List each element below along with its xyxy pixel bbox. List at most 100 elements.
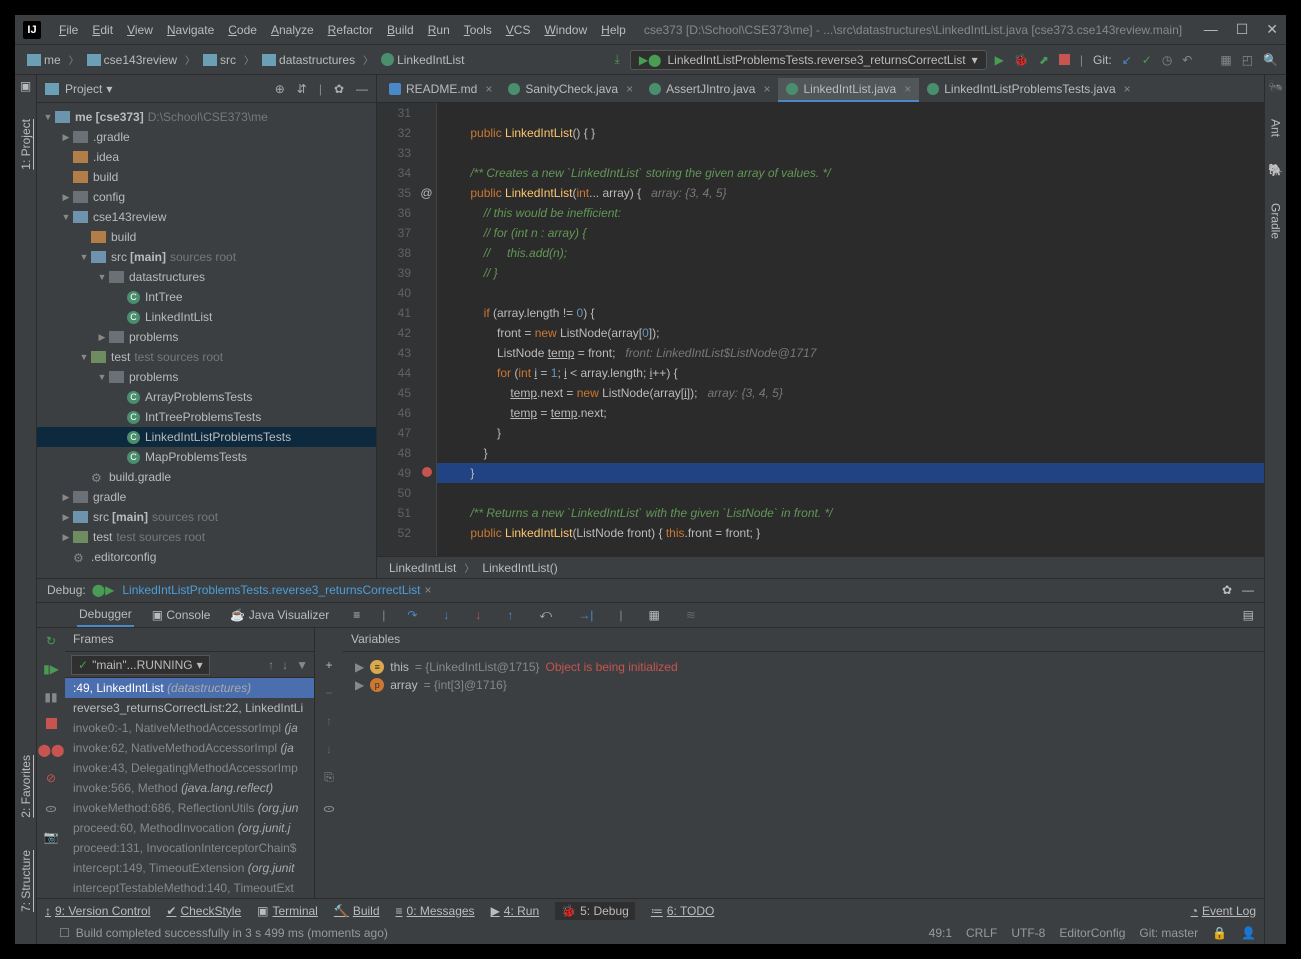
menu-analyze[interactable]: Analyze bbox=[265, 21, 320, 39]
btn-eventlog[interactable]: ◔ Event Log bbox=[1191, 904, 1256, 918]
tool-project[interactable]: 1: Project bbox=[17, 113, 35, 176]
menu-navigate[interactable]: Navigate bbox=[161, 21, 220, 39]
crumb-src[interactable]: src bbox=[199, 52, 240, 68]
frame-row[interactable]: interceptTestableMethod:140, TimeoutExt bbox=[65, 878, 314, 898]
tree-item[interactable]: ⚙build.gradle bbox=[37, 467, 376, 487]
tree-item[interactable]: CMapProblemsTests bbox=[37, 447, 376, 467]
git-branch[interactable]: Git: master bbox=[1139, 926, 1198, 940]
frame-row[interactable]: invoke:566, Method (java.lang.reflect) bbox=[65, 778, 314, 798]
down-icon[interactable]: ↓ bbox=[282, 658, 288, 672]
tab-SanityCheck.java[interactable]: SanityCheck.java× bbox=[500, 78, 641, 102]
menu-run[interactable]: Run bbox=[422, 21, 456, 39]
tree-item[interactable]: CLinkedIntListProblemsTests bbox=[37, 427, 376, 447]
tree-item[interactable]: .idea bbox=[37, 147, 376, 167]
editor-breadcrumb[interactable]: LinkedIntList〉LinkedIntList() bbox=[377, 556, 1264, 578]
square-icon[interactable]: ▣ bbox=[20, 79, 31, 93]
build-icon[interactable]: ⤓ bbox=[615, 52, 620, 67]
btn-checkstyle[interactable]: ✔ CheckStyle bbox=[166, 904, 241, 918]
btn-todo[interactable]: ≔ 6: TODO bbox=[651, 904, 715, 918]
tree-item[interactable]: ▼problems bbox=[37, 367, 376, 387]
tool-gradle[interactable]: Gradle bbox=[1267, 197, 1285, 245]
step-into-icon[interactable]: ↓ bbox=[443, 608, 449, 622]
tree-item[interactable]: build bbox=[37, 227, 376, 247]
add-watch-icon[interactable]: + bbox=[325, 658, 332, 672]
evaluate-icon[interactable]: ▦ bbox=[648, 608, 659, 622]
maximize-icon[interactable]: ☐ bbox=[1236, 21, 1249, 38]
down-icon[interactable]: ↓ bbox=[326, 742, 332, 756]
gradle-icon[interactable]: 🐘 bbox=[1268, 163, 1283, 177]
tree-item[interactable]: CIntTree bbox=[37, 287, 376, 307]
frame-row[interactable]: proceed:131, InvocationInterceptorChain$ bbox=[65, 838, 314, 858]
vcs-update-icon[interactable]: ↙ bbox=[1122, 53, 1132, 67]
tab-visualizer[interactable]: ☕ Java Visualizer bbox=[228, 604, 331, 626]
crumb-me[interactable]: me bbox=[23, 52, 65, 68]
run-config-selector[interactable]: ▶⬤ LinkedIntListProblemsTests.reverse3_r… bbox=[630, 50, 987, 70]
man-icon[interactable]: 👤 bbox=[1241, 926, 1256, 940]
remove-watch-icon[interactable]: − bbox=[325, 686, 332, 700]
tab-AssertJIntro.java[interactable]: AssertJIntro.java× bbox=[641, 78, 778, 102]
glasses-icon[interactable]: ᯣ bbox=[323, 799, 335, 816]
tree-item[interactable]: ▼datastructures bbox=[37, 267, 376, 287]
status-icon[interactable]: ☐ bbox=[59, 926, 70, 940]
var-row[interactable]: ▶≡this = {LinkedIntList@1715} Object is … bbox=[355, 658, 1252, 676]
up-icon[interactable]: ↑ bbox=[326, 714, 332, 728]
chevron-down-icon[interactable]: ▾ bbox=[106, 82, 112, 96]
btn-run[interactable]: ▶ 4: Run bbox=[491, 904, 540, 918]
thread-selector[interactable]: ✓"main"...RUNNING▾ bbox=[71, 655, 210, 675]
collapse-icon[interactable]: ⇵ bbox=[297, 82, 307, 96]
vcs-commit-icon[interactable]: ✓ bbox=[1142, 53, 1152, 67]
coverage-icon[interactable]: ⬈ bbox=[1039, 53, 1049, 67]
btn-messages[interactable]: ≡ 0: Messages bbox=[396, 904, 475, 918]
frame-row[interactable]: invoke:43, DelegatingMethodAccessorImp bbox=[65, 758, 314, 778]
tab-README.md[interactable]: README.md× bbox=[381, 78, 500, 102]
crumb-LinkedIntList[interactable]: LinkedIntList bbox=[377, 52, 468, 68]
frame-row[interactable]: :49, LinkedIntList (datastructures) bbox=[65, 678, 314, 698]
drop-frame-icon[interactable]: ⤺ bbox=[539, 607, 552, 622]
step-out-icon[interactable]: ↑ bbox=[507, 608, 513, 622]
stop-icon[interactable] bbox=[1059, 54, 1070, 65]
frame-row[interactable]: intercept:149, TimeoutExtension (org.jun… bbox=[65, 858, 314, 878]
tree-root[interactable]: ▼me [cse373] D:\School\CSE373\me bbox=[37, 107, 376, 127]
expand-icon[interactable]: ◰ bbox=[1242, 53, 1253, 67]
tree-item[interactable]: ▼test test sources root bbox=[37, 347, 376, 367]
up-icon[interactable]: ↑ bbox=[268, 658, 274, 672]
tree-item[interactable]: build bbox=[37, 167, 376, 187]
layout-icon[interactable]: ▤ bbox=[1243, 608, 1254, 622]
project-label[interactable]: Project bbox=[65, 82, 102, 96]
lock-icon[interactable]: 🔒 bbox=[1212, 926, 1227, 940]
tree-item[interactable]: ▶.gradle bbox=[37, 127, 376, 147]
tree-item[interactable]: ▼cse143review bbox=[37, 207, 376, 227]
menu-code[interactable]: Code bbox=[222, 21, 263, 39]
glasses-icon[interactable]: ᯣ bbox=[45, 799, 57, 816]
btn-build[interactable]: 🔨 Build bbox=[334, 904, 380, 918]
step-over-icon[interactable]: ↷ bbox=[407, 608, 417, 622]
vcs-history-icon[interactable]: ◷ bbox=[1162, 53, 1172, 67]
threads-icon[interactable]: ≡ bbox=[353, 608, 360, 622]
ide-icon[interactable]: ▦ bbox=[1220, 53, 1231, 67]
line-sep[interactable]: CRLF bbox=[966, 926, 997, 940]
tab-LinkedIntListProblemsTests.java[interactable]: LinkedIntListProblemsTests.java× bbox=[919, 78, 1138, 102]
btn-vcs[interactable]: ↕ 9: Version Control bbox=[45, 904, 150, 918]
tree-item[interactable]: ⚙.editorconfig bbox=[37, 547, 376, 567]
vcs-revert-icon[interactable]: ↶ bbox=[1182, 53, 1192, 67]
tree-item[interactable]: ▶problems bbox=[37, 327, 376, 347]
copy-icon[interactable]: ⎘ bbox=[324, 770, 334, 785]
ant-icon[interactable]: 🐜 bbox=[1268, 79, 1283, 93]
run-icon[interactable]: ▶ bbox=[995, 53, 1004, 67]
force-step-icon[interactable]: ↓ bbox=[475, 608, 481, 622]
tab-console[interactable]: ▣ Console bbox=[150, 604, 213, 626]
menu-file[interactable]: File bbox=[53, 21, 84, 39]
editorconfig[interactable]: EditorConfig bbox=[1059, 926, 1125, 940]
tree-item[interactable]: ▶config bbox=[37, 187, 376, 207]
crumb-datastructures[interactable]: datastructures bbox=[258, 52, 359, 68]
hide-icon[interactable]: — bbox=[356, 82, 368, 96]
menu-window[interactable]: Window bbox=[538, 21, 593, 39]
menu-vcs[interactable]: VCS bbox=[500, 21, 537, 39]
locate-icon[interactable]: ⊕ bbox=[275, 82, 285, 96]
tree-item[interactable]: ▼src [main] sources root bbox=[37, 247, 376, 267]
run-to-cursor-icon[interactable]: →| bbox=[578, 608, 593, 622]
tree-item[interactable]: CLinkedIntList bbox=[37, 307, 376, 327]
filter-icon[interactable]: ▼ bbox=[296, 658, 308, 672]
tab-debugger[interactable]: Debugger bbox=[77, 603, 134, 627]
tree-item[interactable]: CIntTreeProblemsTests bbox=[37, 407, 376, 427]
